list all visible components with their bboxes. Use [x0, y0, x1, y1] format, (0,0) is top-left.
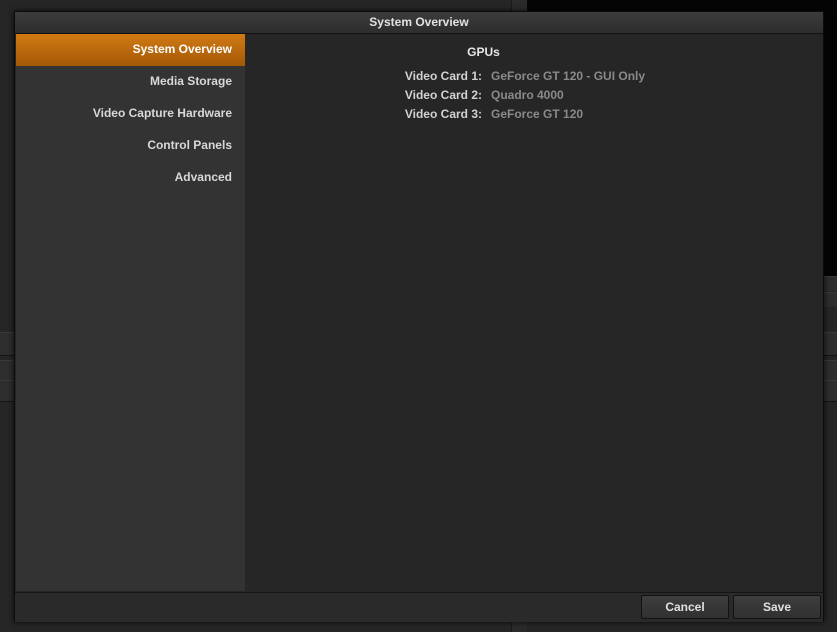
cancel-button[interactable]: Cancel: [641, 595, 729, 619]
section-title: GPUs: [467, 45, 500, 59]
sidebar: System Overview Media Storage Video Capt…: [16, 34, 245, 591]
sidebar-item-advanced[interactable]: Advanced: [16, 162, 245, 194]
gpu-value: GeForce GT 120: [491, 107, 584, 121]
gpu-label: Video Card 1:: [404, 69, 482, 83]
preferences-dialog: System Overview System Overview Media St…: [14, 11, 824, 622]
sidebar-item-control-panels[interactable]: Control Panels: [16, 130, 245, 162]
save-button[interactable]: Save: [733, 595, 821, 619]
content-panel: GPUs Video Card 1: GeForce GT 120 - GUI …: [245, 34, 822, 591]
dialog-footer: Cancel Save: [15, 592, 823, 622]
sidebar-item-system-overview[interactable]: System Overview: [16, 34, 245, 66]
gpu-label: Video Card 3:: [404, 107, 482, 121]
sidebar-item-video-capture-hardware[interactable]: Video Capture Hardware: [16, 98, 245, 130]
sidebar-item-media-storage[interactable]: Media Storage: [16, 66, 245, 98]
gpu-value: GeForce GT 120 - GUI Only: [491, 69, 646, 83]
dialog-title: System Overview: [15, 12, 823, 34]
gpu-value: Quadro 4000: [491, 88, 564, 102]
gpu-label: Video Card 2:: [404, 88, 482, 102]
